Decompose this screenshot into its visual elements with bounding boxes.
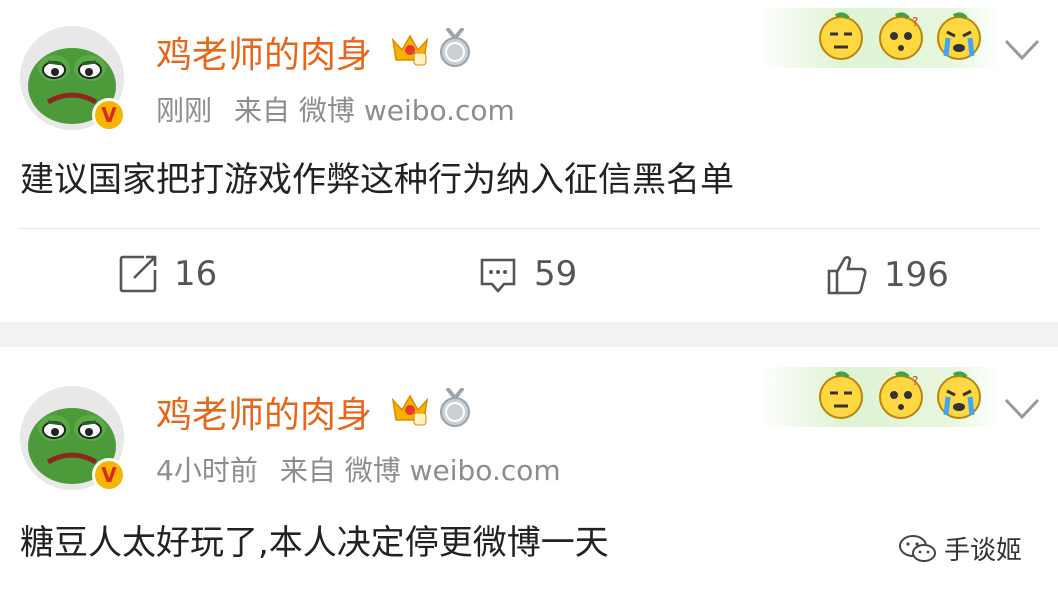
post-meta: 4小时前 来自 微博 weibo.com: [156, 449, 561, 489]
like-icon: [827, 256, 867, 295]
svg-text:?: ?: [912, 374, 918, 388]
emoji-question-icon: ?: [879, 371, 923, 419]
verified-badge: V: [92, 458, 126, 492]
post-card[interactable]: V 鸡老师的肉身 刚刚 来自 微博 weibo.com ? 建议国家把打游戏作弊…: [0, 0, 1058, 322]
post-time: 刚刚: [156, 94, 213, 127]
post-source: 来自 微博 weibo.com: [234, 94, 515, 127]
watermark-label: 手谈姬: [944, 536, 1023, 566]
watermark: 手谈姬: [898, 530, 1022, 567]
emoji-crying-icon: [937, 371, 981, 419]
emoji-dizzy-icon: [819, 12, 863, 60]
emoji-dizzy-icon: [819, 371, 863, 419]
like-button[interactable]: 196: [826, 254, 949, 296]
crown-vip-icon: [391, 394, 429, 426]
chevron-down-icon[interactable]: [1004, 397, 1040, 421]
post-content: 建议国家把打游戏作弊这种行为纳入征信黑名单: [20, 160, 734, 200]
repost-button[interactable]: 16: [118, 254, 217, 294]
comment-button[interactable]: 59: [478, 254, 577, 294]
repost-count: 16: [174, 254, 218, 294]
comment-icon: [480, 258, 516, 293]
wechat-icon: [899, 534, 936, 562]
medal-icon: [440, 28, 470, 67]
crown-vip-icon: [391, 34, 429, 66]
emoji-crying-icon: [937, 12, 981, 60]
verified-badge: V: [92, 98, 126, 132]
comment-count: 59: [534, 254, 578, 294]
decor-emoji-strip: ?: [760, 8, 1000, 68]
repost-icon: [119, 255, 157, 293]
post-meta: 刚刚 来自 微博 weibo.com: [156, 89, 515, 129]
username[interactable]: 鸡老师的肉身: [156, 26, 372, 78]
post-time: 4小时前: [156, 454, 258, 487]
divider: [18, 228, 1040, 229]
like-count: 196: [884, 255, 949, 295]
decor-emoji-strip: ?: [760, 367, 1000, 427]
post-source: 来自 微博 weibo.com: [279, 454, 561, 487]
avatar[interactable]: V: [20, 26, 126, 132]
svg-text:?: ?: [912, 15, 918, 29]
medal-icon: [440, 388, 470, 427]
post-content: 糖豆人太好玩了,本人决定停更微博一天: [20, 523, 609, 563]
chevron-down-icon[interactable]: [1004, 38, 1040, 62]
username[interactable]: 鸡老师的肉身: [156, 386, 372, 438]
emoji-question-icon: ?: [879, 12, 923, 60]
post-separator: [0, 322, 1058, 347]
avatar[interactable]: V: [20, 386, 126, 492]
